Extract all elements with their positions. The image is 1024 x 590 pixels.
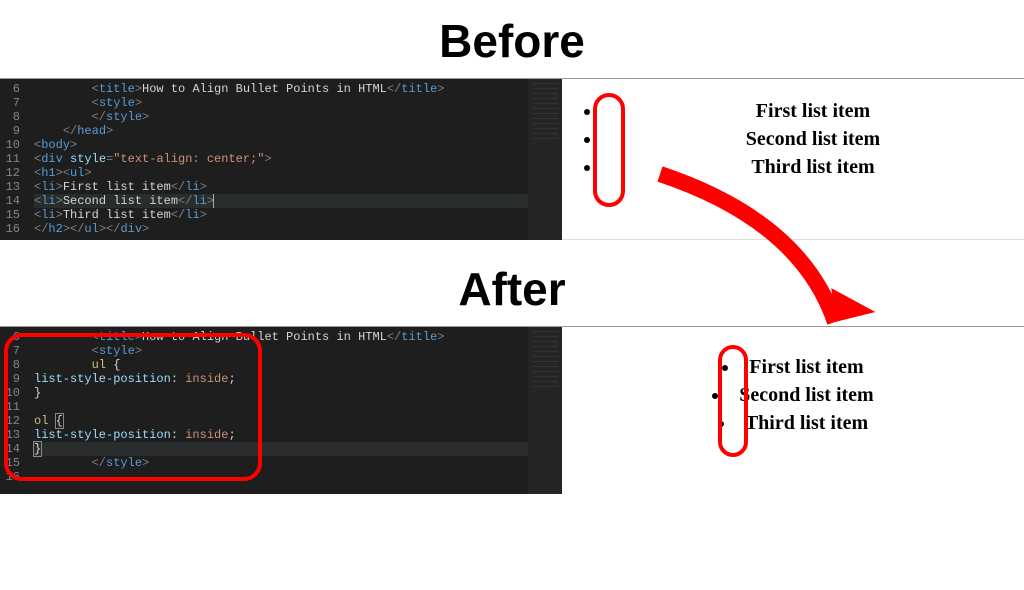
gutter-before: 678910111213141516: [0, 79, 24, 240]
line-number: 13: [0, 428, 20, 442]
line-number: 6: [0, 82, 20, 96]
list-item: First list item: [602, 97, 1024, 125]
code-line: ul {: [34, 358, 528, 372]
code-line: <title>How to Align Bullet Points in HTM…: [34, 330, 528, 344]
line-number: 10: [0, 386, 20, 400]
line-number: 8: [0, 358, 20, 372]
code-line: <h1><ul>: [34, 166, 528, 180]
line-number: 12: [0, 166, 20, 180]
code-line: }: [34, 442, 528, 456]
code-line: <style>: [34, 96, 528, 110]
section-before: 678910111213141516 <title>How to Align B…: [0, 78, 1024, 240]
line-number: 6: [0, 330, 20, 344]
code-line: [34, 400, 528, 414]
output-list-before: First list itemSecond list itemThird lis…: [562, 97, 1024, 181]
minimap-after: [528, 327, 562, 494]
code-line: ol {: [34, 414, 528, 428]
code-line: list-style-position: inside;: [34, 372, 528, 386]
gutter-after: 678910111213141516: [0, 327, 24, 494]
list-item: First list item: [562, 353, 1024, 381]
list-item: Third list item: [562, 409, 1024, 437]
code-line: <div style="text-align: center;">: [34, 152, 528, 166]
list-item: Second list item: [562, 381, 1024, 409]
code-editor-after: 678910111213141516 <title>How to Align B…: [0, 327, 562, 494]
list-item: Third list item: [602, 153, 1024, 181]
code-line: </style>: [34, 110, 528, 124]
line-number: 12: [0, 414, 20, 428]
line-number: 16: [0, 222, 20, 236]
heading-before: Before: [0, 14, 1024, 68]
line-number: 10: [0, 138, 20, 152]
code-line: }: [34, 386, 528, 400]
list-item: Second list item: [602, 125, 1024, 153]
heading-after: After: [0, 262, 1024, 316]
output-before: First list itemSecond list itemThird lis…: [562, 79, 1024, 240]
line-number: 11: [0, 152, 20, 166]
line-number: 8: [0, 110, 20, 124]
code-editor-before: 678910111213141516 <title>How to Align B…: [0, 79, 562, 240]
code-after: <title>How to Align Bullet Points in HTM…: [24, 327, 528, 494]
code-line: </style>: [34, 456, 528, 470]
line-number: 13: [0, 180, 20, 194]
code-line: <li>Third list item</li>: [34, 208, 528, 222]
code-line: </h2></ul></div>: [34, 222, 528, 236]
line-number: 7: [0, 96, 20, 110]
minimap-before: [528, 79, 562, 240]
output-after: First list itemSecond list itemThird lis…: [562, 327, 1024, 494]
line-number: 14: [0, 442, 20, 456]
line-number: 14: [0, 194, 20, 208]
code-line: <li>Second list item</li>: [34, 194, 528, 208]
code-line: <body>: [34, 138, 528, 152]
code-line: <li>First list item</li>: [34, 180, 528, 194]
line-number: 11: [0, 400, 20, 414]
line-number: 15: [0, 456, 20, 470]
output-list-after: First list itemSecond list itemThird lis…: [562, 353, 1024, 437]
code-line: <title>How to Align Bullet Points in HTM…: [34, 82, 528, 96]
section-after: 678910111213141516 <title>How to Align B…: [0, 326, 1024, 494]
code-line: list-style-position: inside;: [34, 428, 528, 442]
code-before: <title>How to Align Bullet Points in HTM…: [24, 79, 528, 240]
code-line: </head>: [34, 124, 528, 138]
line-number: 16: [0, 470, 20, 484]
line-number: 9: [0, 124, 20, 138]
line-number: 15: [0, 208, 20, 222]
line-number: 7: [0, 344, 20, 358]
line-number: 9: [0, 372, 20, 386]
code-line: <style>: [34, 344, 528, 358]
